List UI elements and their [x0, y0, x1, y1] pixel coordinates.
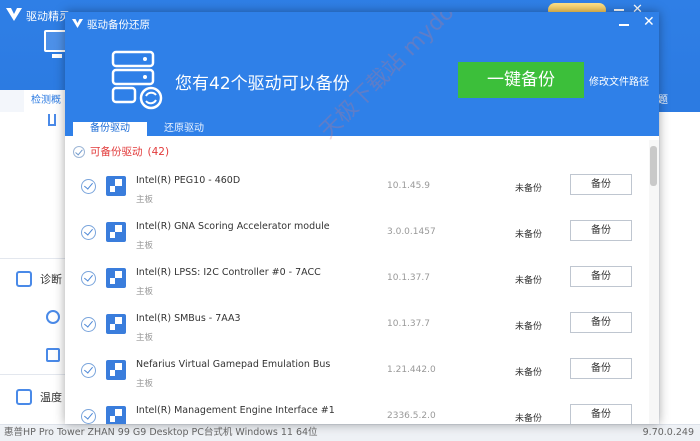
driver-name: Intel(R) SMBus - 7AA3: [136, 313, 241, 324]
list-item: Intel(R) LPSS: I2C Controller #0 - 7ACC …: [65, 260, 645, 306]
status-bar: 惠普HP Pro Tower ZHAN 99 G9 Desktop PC台式机 …: [0, 424, 700, 441]
app-logo-icon: [6, 8, 22, 21]
section-count: (42): [147, 145, 170, 158]
backup-button[interactable]: 备份: [570, 220, 632, 241]
chip-icon: [106, 406, 126, 424]
list-item: Intel(R) Management Engine Interface #1 …: [65, 398, 645, 424]
tab-restore[interactable]: 还原驱动: [153, 122, 215, 136]
list-item: Intel(R) GNA Scoring Accelerator module …: [65, 214, 645, 260]
row-checkbox[interactable]: [81, 409, 96, 424]
driver-version: 10.1.37.7: [387, 319, 430, 329]
driver-category: 主板: [136, 287, 154, 297]
list-item: Nefarius Virtual Gamepad Emulation Bus 主…: [65, 352, 645, 398]
backup-status: 未备份: [515, 184, 543, 194]
scrollbar-thumb[interactable]: [650, 146, 657, 186]
dialog-tabs: 备份驱动 还原驱动: [65, 122, 659, 136]
row-checkbox[interactable]: [81, 271, 96, 286]
driver-version: 10.1.37.7: [387, 273, 430, 283]
backup-status: 未备份: [515, 414, 543, 424]
driver-version: 2336.5.2.0: [387, 411, 436, 421]
list-item: Intel(R) PEG10 - 460D 主板 10.1.45.9 未备份 备…: [65, 168, 645, 214]
sidebar-item-label: 温度: [40, 391, 62, 404]
driver-version: 10.1.45.9: [387, 181, 430, 191]
chip-icon: [106, 222, 126, 242]
backup-button[interactable]: 备份: [570, 266, 632, 287]
chip-icon: [106, 176, 126, 196]
driver-name: Intel(R) GNA Scoring Accelerator module: [136, 221, 330, 232]
scrollbar[interactable]: [649, 140, 659, 424]
divider: [0, 374, 66, 375]
driver-name: Intel(R) Management Engine Interface #1: [136, 405, 335, 416]
row-checkbox[interactable]: [81, 363, 96, 378]
list-item: Intel(R) SMBus - 7AA3 主板 10.1.37.7 未备份 备…: [65, 306, 645, 352]
backup-status: 未备份: [515, 322, 543, 332]
section-label: 可备份驱动: [90, 146, 143, 158]
forbid-icon: [46, 310, 60, 324]
dialog-logo-icon: [72, 19, 83, 28]
sidebar-item-label: 诊断: [40, 273, 62, 286]
tab-right-edge[interactable]: 题: [658, 90, 700, 112]
driver-name: Intel(R) PEG10 - 460D: [136, 175, 241, 186]
change-path-link[interactable]: 修改文件路径: [589, 73, 649, 88]
select-all-checkbox[interactable]: [73, 145, 85, 158]
chip-icon: [106, 314, 126, 334]
driver-name: Nefarius Virtual Gamepad Emulation Bus: [136, 359, 331, 370]
dialog-header: 驱动备份还原 ✕ 您有42个驱动可以备份 一键备份 修改文件路径 备份驱动 还原…: [65, 12, 659, 136]
tab-backup[interactable]: 备份驱动: [73, 122, 147, 136]
dialog-title: 驱动备份还原: [87, 19, 150, 31]
app-right-panel: [660, 112, 700, 424]
driver-version: 1.21.442.0: [387, 365, 436, 375]
driver-version: 3.0.0.1457: [387, 227, 436, 237]
backup-status: 未备份: [515, 368, 543, 378]
server-backup-icon: [111, 50, 163, 110]
tab-detect[interactable]: 检测概: [24, 90, 68, 112]
backup-button[interactable]: 备份: [570, 312, 632, 333]
download-icon: [46, 348, 60, 362]
driver-category: 主板: [136, 333, 154, 343]
section-header: 可备份驱动 (42): [73, 144, 169, 159]
driver-name: Intel(R) LPSS: I2C Controller #0 - 7ACC: [136, 267, 321, 278]
hero-message: 您有42个驱动可以备份: [175, 74, 350, 94]
backup-status: 未备份: [515, 230, 543, 240]
system-info: 惠普HP Pro Tower ZHAN 99 G9 Desktop PC台式机 …: [4, 427, 318, 438]
close-icon[interactable]: ✕: [643, 15, 655, 29]
row-checkbox[interactable]: [81, 179, 96, 194]
backup-restore-dialog: 驱动备份还原 ✕ 您有42个驱动可以备份 一键备份 修改文件路径 备份驱动 还原…: [65, 12, 659, 424]
one-click-backup-button[interactable]: 一键备份: [458, 62, 584, 98]
app-minimize-icon[interactable]: [614, 9, 624, 11]
row-checkbox[interactable]: [81, 317, 96, 332]
divider: [0, 258, 66, 259]
temperature-icon: [16, 389, 32, 405]
app-title: 驱动精灵: [26, 10, 70, 23]
driver-category: 主板: [136, 241, 154, 251]
driver-category: 主板: [136, 195, 154, 205]
backup-status: 未备份: [515, 276, 543, 286]
backup-button[interactable]: 备份: [570, 404, 632, 424]
backup-button[interactable]: 备份: [570, 358, 632, 379]
plug-icon: [48, 114, 56, 126]
sidebar-item-temperature[interactable]: 温度: [0, 382, 66, 412]
app-version: 9.70.0.249: [642, 427, 694, 438]
diagnose-icon: [16, 271, 32, 287]
app-sidebar: 诊断 温度: [0, 112, 66, 424]
driver-category: 主板: [136, 379, 154, 389]
sidebar-item-diagnose[interactable]: 诊断: [0, 264, 66, 294]
chip-icon: [106, 360, 126, 380]
minimize-icon[interactable]: [619, 24, 629, 26]
backup-button[interactable]: 备份: [570, 174, 632, 195]
chip-icon: [106, 268, 126, 288]
row-checkbox[interactable]: [81, 225, 96, 240]
